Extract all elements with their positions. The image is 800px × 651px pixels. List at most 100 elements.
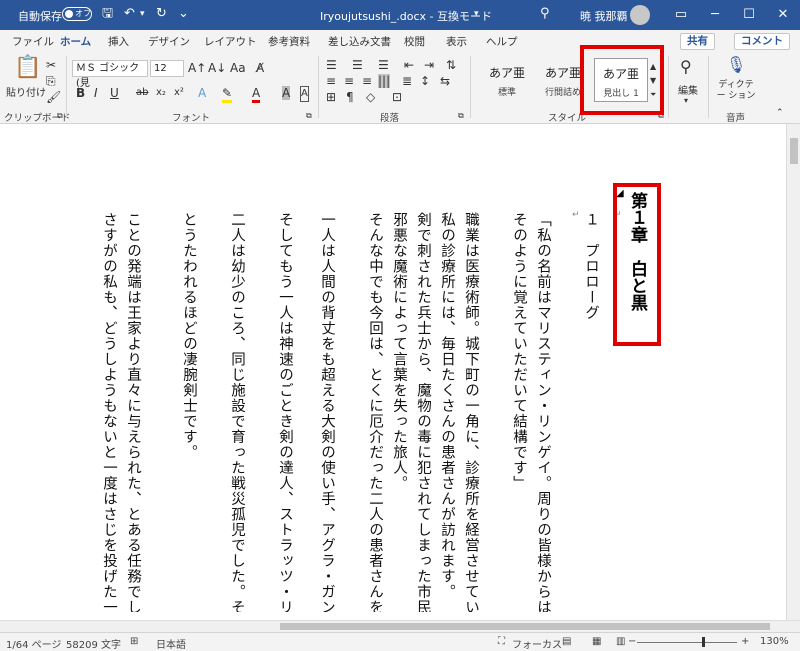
- undo-icon[interactable]: ↶: [124, 6, 135, 22]
- font-size-select[interactable]: 12: [150, 60, 184, 77]
- customize-toolbar-icon[interactable]: ⌄: [178, 6, 189, 22]
- clipboard-launcher-icon[interactable]: ⧉: [57, 109, 63, 123]
- bold-icon[interactable]: B: [76, 86, 85, 100]
- borders-icon[interactable]: ⊡: [392, 90, 402, 104]
- align-right-icon[interactable]: ≡: [362, 74, 372, 88]
- superscript-icon[interactable]: x²: [174, 86, 184, 100]
- search-icon[interactable]: ⚲: [540, 6, 550, 22]
- character-shading-icon[interactable]: A: [282, 86, 291, 100]
- tab-review[interactable]: 校閲: [404, 34, 425, 49]
- zoom-in-icon[interactable]: +: [741, 636, 749, 647]
- copy-icon[interactable]: ⎘: [46, 74, 56, 88]
- text-column[interactable]: 剣で刺された兵士から、魔物の毒に犯されてしまった市民。: [414, 212, 432, 612]
- text-column[interactable]: そんな中でも今回は、とくに厄介だった二人の患者さんをご紹介: [366, 212, 384, 612]
- avatar[interactable]: [630, 5, 650, 25]
- subscript-icon[interactable]: x₂: [156, 86, 166, 100]
- find-icon[interactable]: ⚲: [680, 58, 692, 76]
- redo-icon[interactable]: ↻: [156, 6, 167, 22]
- asian-layout-icon[interactable]: ⊞: [326, 90, 336, 104]
- scroll-thumb[interactable]: [280, 623, 770, 630]
- text-column[interactable]: 職業は医療術師。城下町の一角に、診療所を経営させていただい: [462, 212, 480, 612]
- highlight-icon[interactable]: ✎: [222, 86, 233, 103]
- bullets-icon[interactable]: ☰: [326, 58, 337, 72]
- format-painter-icon[interactable]: 🖌: [46, 90, 61, 104]
- distributed-icon[interactable]: ≣: [402, 74, 412, 88]
- style-normal[interactable]: あア亜 標準: [480, 58, 534, 102]
- text-effects-icon[interactable]: A: [198, 86, 206, 100]
- tab-references[interactable]: 参考資料: [268, 34, 310, 49]
- minimize-button[interactable]: ─: [698, 0, 732, 30]
- zoom-slider-thumb[interactable]: [702, 637, 705, 647]
- text-column[interactable]: 一人は人間の背丈をも超える大剣の使い手、アグラ・ガンマフェ: [318, 212, 336, 612]
- comment-button[interactable]: コメント: [734, 33, 790, 50]
- paragraph-launcher-icon[interactable]: ⧉: [458, 109, 464, 123]
- zoom-level[interactable]: 130%: [760, 636, 789, 647]
- scroll-thumb[interactable]: [790, 138, 798, 164]
- text-column[interactable]: ことの発端は王家より直々に与えられた、とある任務でした。: [124, 212, 142, 612]
- word-count[interactable]: 58209 文字: [66, 636, 121, 651]
- justify-icon[interactable]: |||: [378, 74, 391, 88]
- dictation-button[interactable]: ディクテー ション: [716, 80, 756, 102]
- ribbon-display-icon[interactable]: ▭: [664, 0, 698, 30]
- web-layout-icon[interactable]: ▥: [616, 636, 625, 647]
- text-direction-icon[interactable]: ⇆: [440, 74, 450, 88]
- zoom-out-icon[interactable]: −: [628, 636, 636, 647]
- text-column[interactable]: 二人は幼少のころ、同じ施設で育った戦災孤児でした。そんな彼: [228, 212, 246, 612]
- share-button[interactable]: 共有: [680, 33, 715, 50]
- paste-icon[interactable]: 📋: [14, 56, 41, 80]
- tab-help[interactable]: ヘルプ: [486, 34, 518, 49]
- text-column[interactable]: 私の診療所には、毎日たくさんの患者さんが訪れます。: [438, 212, 456, 612]
- title-dropdown-icon[interactable]: ▾: [474, 6, 479, 22]
- italic-icon[interactable]: I: [94, 86, 98, 100]
- undo-dropdown-icon[interactable]: ▾: [140, 6, 145, 22]
- text-column[interactable]: 邪悪な魔術によって言葉を失った旅人。: [390, 212, 408, 612]
- text-column[interactable]: とうたわれるほどの凄腕剣士です。: [180, 212, 198, 612]
- enclose-character-icon[interactable]: A: [300, 86, 309, 102]
- font-name-select[interactable]: ＭＳ ゴシック (見: [72, 60, 148, 89]
- close-button[interactable]: ✕: [766, 0, 800, 30]
- save-icon[interactable]: 🖫: [102, 6, 113, 22]
- strikethrough-icon[interactable]: ab: [136, 86, 148, 100]
- collapse-ribbon-icon[interactable]: ⌃: [776, 106, 784, 120]
- microphone-icon[interactable]: 🎙: [726, 56, 746, 74]
- text-column[interactable]: １ プロローグ: [582, 212, 600, 612]
- zoom-slider[interactable]: [637, 642, 737, 643]
- user-name[interactable]: 暁 我那覇: [580, 8, 628, 24]
- align-center-icon[interactable]: ≡: [344, 74, 354, 88]
- print-layout-icon[interactable]: ▦: [592, 636, 601, 647]
- clear-formatting-icon[interactable]: A̸: [256, 61, 264, 75]
- proofing-icon[interactable]: ⊞: [130, 636, 138, 647]
- grow-font-icon[interactable]: A↑: [188, 61, 206, 75]
- tab-mailings[interactable]: 差し込み文書: [328, 34, 391, 49]
- focus-icon[interactable]: ⛶: [498, 636, 505, 647]
- text-column[interactable]: そのように覚えていただいて結構です」: [510, 212, 528, 612]
- sort-icon[interactable]: ⇅: [446, 58, 456, 72]
- paste-button[interactable]: 貼り付け: [6, 84, 46, 99]
- editing-dropdown-icon[interactable]: ▾: [684, 94, 688, 108]
- page-count[interactable]: 1/64 ページ: [6, 636, 61, 651]
- text-column[interactable]: 「私の名前はマリスティン・リンゲイ。周りの皆様からはマリス: [534, 212, 552, 612]
- horizontal-scrollbar[interactable]: [0, 620, 800, 632]
- vertical-scrollbar[interactable]: [786, 124, 800, 620]
- multilevel-list-icon[interactable]: ☰: [378, 58, 389, 72]
- tab-design[interactable]: デザイン: [148, 34, 190, 49]
- language-indicator[interactable]: 日本語: [156, 636, 186, 651]
- tab-layout[interactable]: レイアウト: [204, 34, 257, 49]
- shading-icon[interactable]: ◇: [366, 90, 375, 104]
- maximize-button[interactable]: ☐: [732, 0, 766, 30]
- numbering-icon[interactable]: ☰: [352, 58, 363, 72]
- increase-indent-icon[interactable]: ⇥: [424, 58, 434, 72]
- tab-insert[interactable]: 挿入: [108, 34, 129, 49]
- focus-button[interactable]: フォーカス: [512, 636, 562, 651]
- underline-icon[interactable]: U: [110, 86, 119, 100]
- align-left-icon[interactable]: ≡: [326, 74, 336, 88]
- tab-home[interactable]: ホーム: [60, 34, 92, 54]
- decrease-indent-icon[interactable]: ⇤: [404, 58, 414, 72]
- text-column[interactable]: さすがの私も、どうしようもないと一度はさじを投げた一例です: [100, 212, 118, 612]
- line-spacing-icon[interactable]: ↕: [420, 74, 430, 88]
- tab-file[interactable]: ファイル: [12, 34, 54, 49]
- text-column[interactable]: そしてもう一人は神速のごとき剣の達人、ストラッツ・リアノス。: [276, 212, 294, 612]
- font-launcher-icon[interactable]: ⧉: [306, 109, 312, 123]
- read-mode-icon[interactable]: ▤: [562, 636, 571, 647]
- change-case-icon[interactable]: Aa: [230, 61, 246, 75]
